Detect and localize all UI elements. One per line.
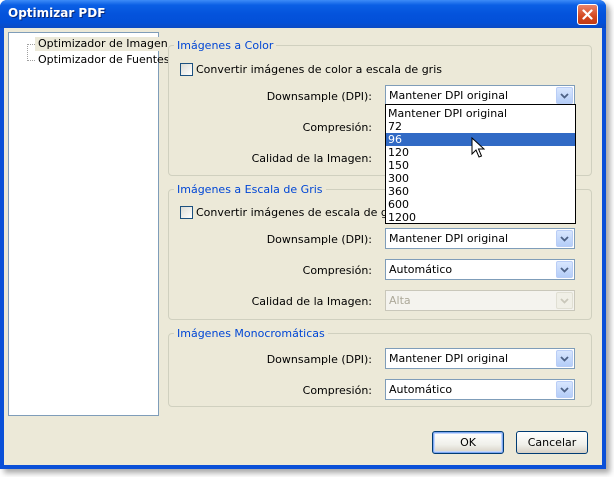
mono-compression-value: Automático xyxy=(389,383,453,396)
gray-downsample-label: Downsample (DPI): xyxy=(266,233,372,246)
close-icon xyxy=(582,9,593,20)
mono-downsample-select[interactable]: Mantener DPI original xyxy=(385,348,575,369)
mono-images-group-title: Imágenes Monocromáticas xyxy=(174,327,328,340)
color-downsample-select[interactable]: Mantener DPI original xyxy=(385,85,575,106)
chevron-down-icon xyxy=(560,266,569,273)
tree-connector xyxy=(27,44,28,61)
dialog-window: Optimizar PDF Optimizador de Imagen Opti… xyxy=(0,0,606,469)
mono-compression-label: Compresión: xyxy=(302,384,372,397)
dialog-client-area: Optimizador de Imagen Optimizador de Fue… xyxy=(4,28,602,465)
cancel-button[interactable]: Cancelar xyxy=(516,431,588,454)
cancel-button-label: Cancelar xyxy=(527,436,577,449)
title-bar[interactable]: Optimizar PDF xyxy=(0,0,606,28)
color-compression-label: Compresión: xyxy=(302,121,372,134)
gray-images-group-title: Imágenes a Escala de Gris xyxy=(174,183,326,196)
gray-compression-label: Compresión: xyxy=(302,264,372,277)
mouse-pointer-icon xyxy=(471,137,485,158)
color-downsample-label: Downsample (DPI): xyxy=(266,90,372,103)
dropdown-option[interactable]: Mantener DPI original xyxy=(386,107,575,120)
tree-connector xyxy=(27,44,35,45)
dropdown-option[interactable]: 1200 xyxy=(386,211,575,224)
window-title: Optimizar PDF xyxy=(8,6,106,20)
convert-color-label: Convertir imágenes de color a escala de … xyxy=(196,63,442,76)
ok-button[interactable]: OK xyxy=(432,431,504,454)
mono-downsample-label: Downsample (DPI): xyxy=(266,353,372,366)
color-downsample-value: Mantener DPI original xyxy=(389,89,509,102)
convert-gray-label: Convertir imágenes de escala de gris a xyxy=(196,206,412,219)
ok-button-label: OK xyxy=(460,436,476,449)
close-button[interactable] xyxy=(577,4,598,25)
dropdown-option[interactable]: 600 xyxy=(386,198,575,211)
mono-downsample-value: Mantener DPI original xyxy=(389,352,509,365)
mono-compression-dropdown-button[interactable] xyxy=(556,381,573,398)
gray-downsample-value: Mantener DPI original xyxy=(389,232,509,245)
convert-gray-checkbox[interactable] xyxy=(180,206,193,219)
color-quality-label: Calidad de la Imagen: xyxy=(251,152,372,165)
color-downsample-dropdown-button[interactable] xyxy=(556,87,573,104)
gray-quality-dropdown-button xyxy=(556,292,573,309)
chevron-down-icon xyxy=(560,355,569,362)
gray-quality-label: Calidad de la Imagen: xyxy=(251,295,372,308)
gray-downsample-dropdown-button[interactable] xyxy=(556,230,573,247)
dropdown-option[interactable]: 72 xyxy=(386,120,575,133)
gray-compression-value: Automático xyxy=(389,263,453,276)
chevron-down-icon xyxy=(560,92,569,99)
dropdown-option[interactable]: 360 xyxy=(386,185,575,198)
mono-compression-select[interactable]: Automático xyxy=(385,379,575,400)
tree-item-font-optimizer[interactable]: Optimizador de Fuentes xyxy=(35,53,173,67)
tree-item-image-optimizer[interactable]: Optimizador de Imagen xyxy=(35,37,171,51)
dropdown-option[interactable]: 150 xyxy=(386,159,575,172)
gray-quality-value: Alta xyxy=(389,294,411,307)
dropdown-option[interactable]: 300 xyxy=(386,172,575,185)
dpi-dropdown-list: Mantener DPI original 72 96 120 150 300 … xyxy=(385,104,576,224)
chevron-down-icon xyxy=(560,386,569,393)
color-images-group-title: Imágenes a Color xyxy=(174,39,277,52)
gray-compression-select[interactable]: Automático xyxy=(385,259,575,280)
chevron-down-icon xyxy=(560,297,569,304)
gray-downsample-select[interactable]: Mantener DPI original xyxy=(385,228,575,249)
tree-connector xyxy=(27,60,35,61)
category-tree: Optimizador de Imagen Optimizador de Fue… xyxy=(8,32,171,416)
mono-downsample-dropdown-button[interactable] xyxy=(556,350,573,367)
convert-color-checkbox[interactable] xyxy=(180,63,193,76)
gray-quality-select: Alta xyxy=(385,290,575,311)
chevron-down-icon xyxy=(560,235,569,242)
gray-compression-dropdown-button[interactable] xyxy=(556,261,573,278)
